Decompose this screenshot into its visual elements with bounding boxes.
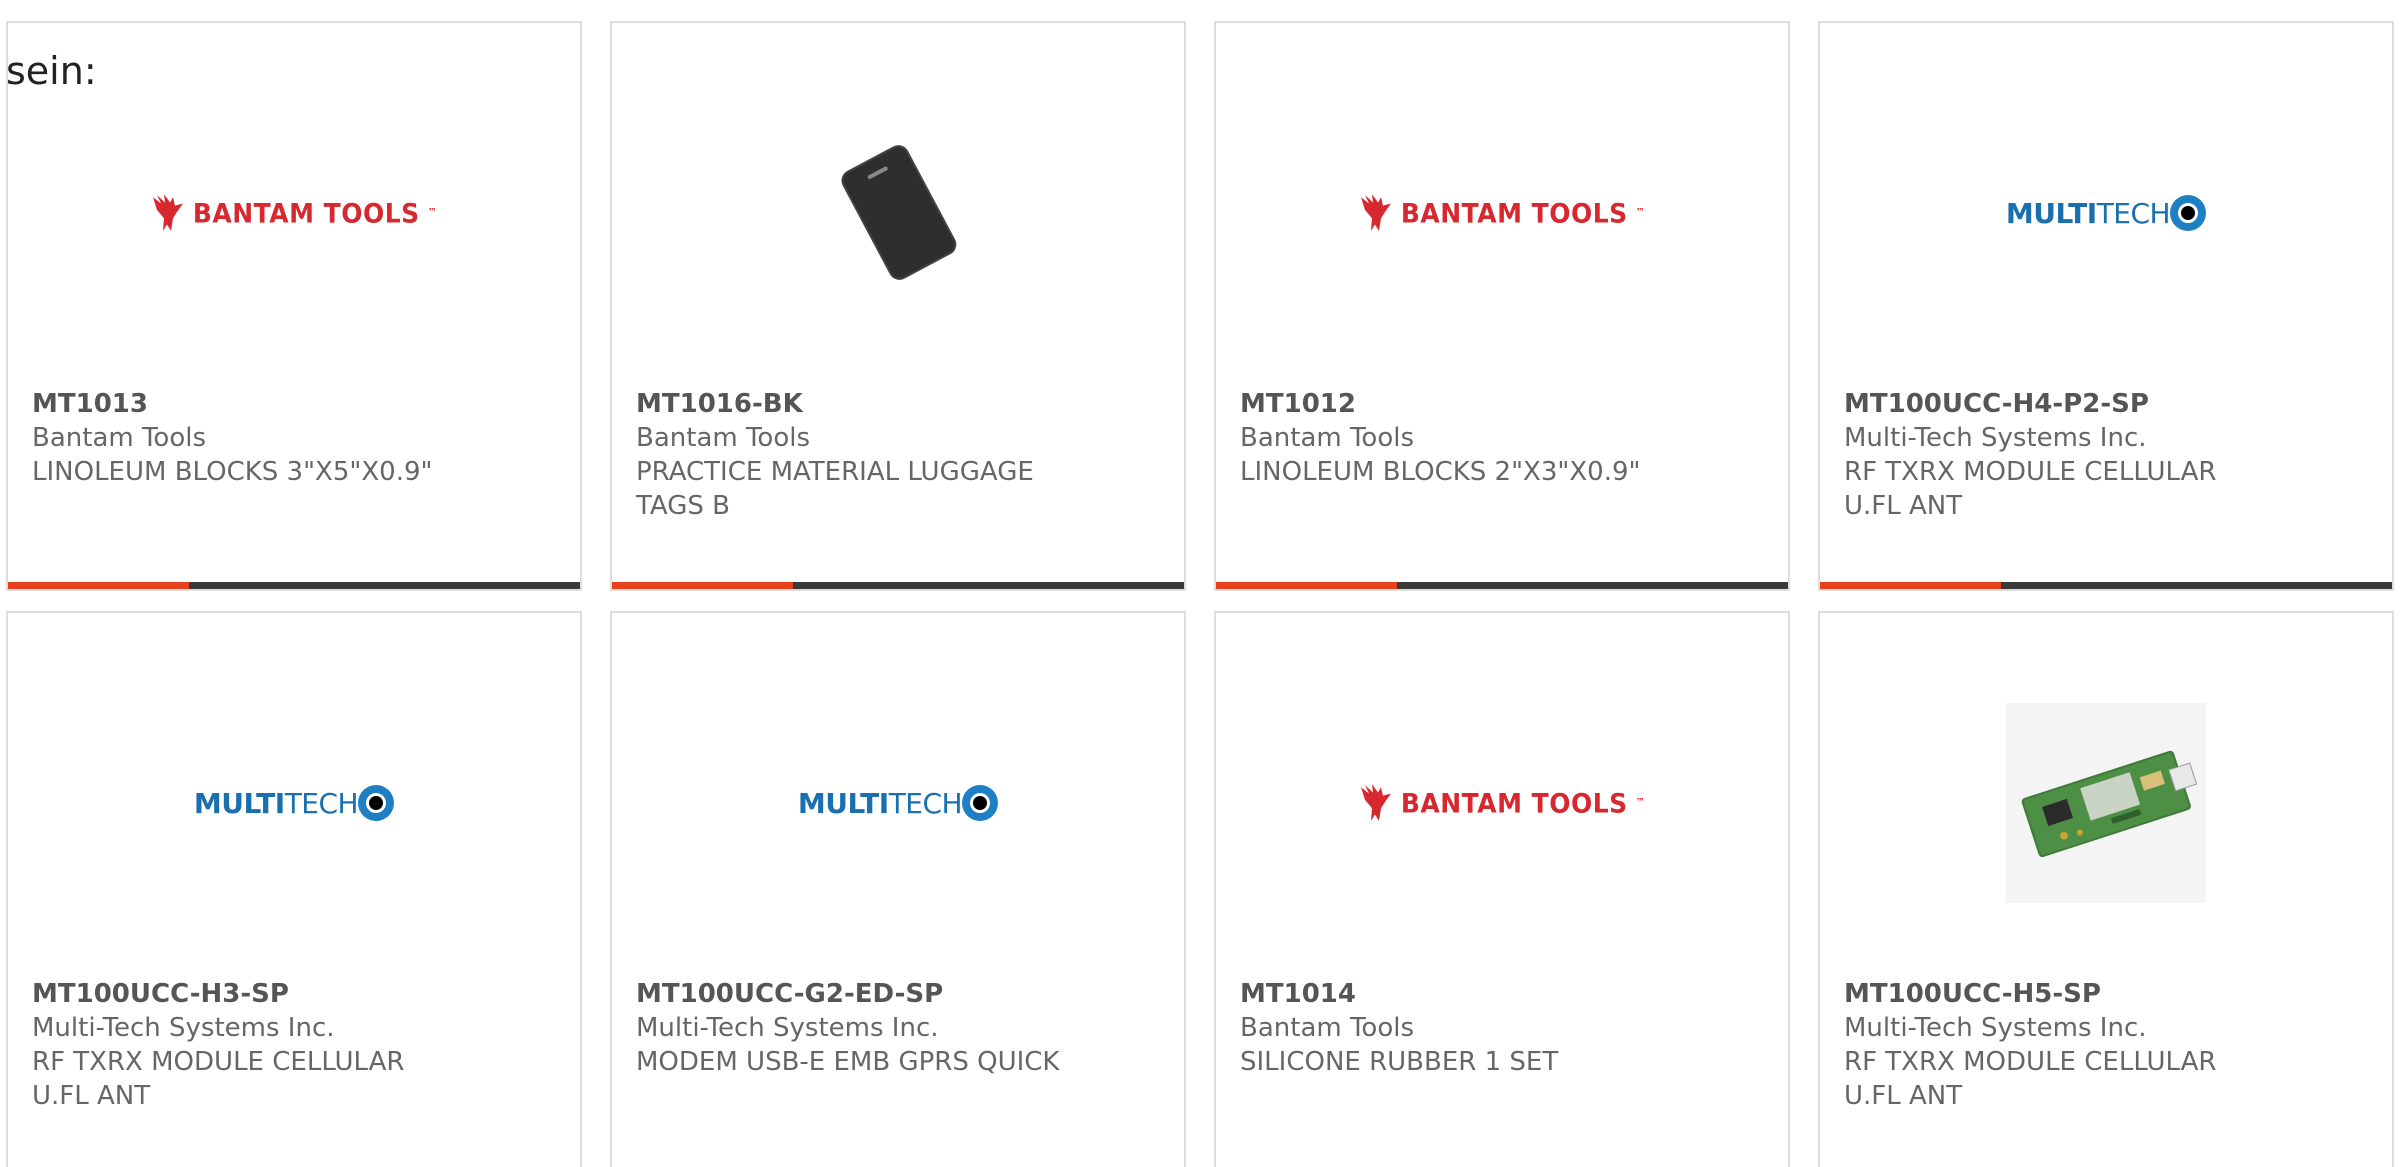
card-bar-accent: [8, 582, 189, 589]
part-number[interactable]: MT100UCC-H5-SP: [1844, 977, 2344, 1011]
product-card[interactable]: BANTAM TOOLS ™ MT1014 Bantam Tools SILICO…: [1214, 611, 1790, 1167]
product-card[interactable]: BANTAM TOOLS ™ MT1012 Bantam Tools LINOLE…: [1214, 21, 1790, 591]
product-info: MT100UCC-G2-ED-SP Multi-Tech Systems Inc…: [636, 977, 1136, 1079]
manufacturer: Bantam Tools: [1240, 423, 1415, 453]
product-info: MT1016-BK Bantam Tools PRACTICE MATERIAL…: [636, 387, 1136, 523]
bantam-logo-text: BANTAM TOOLS: [1400, 787, 1628, 819]
multitech-logo: MULTI TECH: [194, 785, 395, 821]
part-number[interactable]: MT1014: [1240, 977, 1740, 1011]
manufacturer: Multi-Tech Systems Inc.: [636, 1013, 939, 1043]
card-bar-accent: [612, 582, 793, 589]
product-grid-page: sein: BANTAM TOOLS ™ MT1013 Bantam Tools …: [0, 0, 2400, 1167]
product-info: MT100UCC-H4-P2-SP Multi-Tech Systems Inc…: [1844, 387, 2344, 523]
card-bar-accent: [1820, 582, 2001, 589]
multitech-circle-icon: [358, 785, 395, 821]
card-progress-bar: [8, 582, 580, 589]
description: LINOLEUM BLOCKS 3"X5"X0.9": [32, 457, 433, 487]
card-progress-bar: [1820, 582, 2392, 589]
product-card[interactable]: MULTI TECH MT100UCC-G2-ED-SP Multi-Tech S…: [610, 611, 1186, 1167]
part-number[interactable]: MT1012: [1240, 387, 1740, 421]
product-info: MT100UCC-H5-SP Multi-Tech Systems Inc. R…: [1844, 977, 2344, 1113]
multitech-circle-icon: [2170, 195, 2207, 231]
description: SILICONE RUBBER 1 SET: [1240, 1047, 1559, 1077]
product-info: MT1014 Bantam Tools SILICONE RUBBER 1 SE…: [1240, 977, 1740, 1079]
manufacturer: Bantam Tools: [636, 423, 811, 453]
bantam-bird-icon: [1360, 784, 1391, 821]
manufacturer: Bantam Tools: [32, 423, 207, 453]
product-info: MT1012 Bantam Tools LINOLEUM BLOCKS 2"X3…: [1240, 387, 1740, 489]
part-number[interactable]: MT1016-BK: [636, 387, 1136, 421]
product-card[interactable]: BANTAM TOOLS ™ MT1013 Bantam Tools LINOLE…: [6, 21, 582, 591]
bantam-tools-logo: BANTAM TOOLS ™: [1359, 783, 1645, 823]
product-info: MT1013 Bantam Tools LINOLEUM BLOCKS 3"X5…: [32, 387, 532, 489]
product-card[interactable]: MT100UCC-H5-SP Multi-Tech Systems Inc. R…: [1818, 611, 2394, 1167]
product-image[interactable]: BANTAM TOOLS ™: [1216, 693, 1788, 913]
luggage-tag-photo: [841, 145, 957, 280]
product-image[interactable]: [612, 103, 1184, 323]
multitech-circle-icon: [962, 785, 999, 821]
product-image[interactable]: MULTI TECH: [1820, 103, 2392, 323]
bantam-logo-text: BANTAM TOOLS: [1400, 197, 1628, 229]
manufacturer: Multi-Tech Systems Inc.: [1844, 423, 2147, 453]
intro-text: sein:: [6, 49, 97, 93]
product-card[interactable]: MULTI TECH MT100UCC-H4-P2-SP Multi-Tech S…: [1818, 21, 2394, 591]
part-number[interactable]: MT100UCC-H3-SP: [32, 977, 532, 1011]
card-progress-bar: [1216, 582, 1788, 589]
card-bar-accent: [1216, 582, 1397, 589]
multitech-logo: MULTI TECH: [798, 785, 999, 821]
manufacturer: Multi-Tech Systems Inc.: [32, 1013, 335, 1043]
product-image[interactable]: BANTAM TOOLS ™: [1216, 103, 1788, 323]
circuit-board-photo: [2006, 703, 2206, 903]
product-image[interactable]: MULTI TECH: [612, 693, 1184, 913]
part-number[interactable]: MT100UCC-H4-P2-SP: [1844, 387, 2344, 421]
card-progress-bar: [612, 582, 1184, 589]
product-info: MT100UCC-H3-SP Multi-Tech Systems Inc. R…: [32, 977, 532, 1113]
product-image[interactable]: [1820, 693, 2392, 913]
part-number[interactable]: MT1013: [32, 387, 532, 421]
description: PRACTICE MATERIAL LUGGAGE TAGS B: [636, 457, 1034, 521]
bantam-logo-text: BANTAM TOOLS: [192, 197, 420, 229]
manufacturer: Bantam Tools: [1240, 1013, 1415, 1043]
product-image[interactable]: MULTI TECH: [8, 693, 580, 913]
description: RF TXRX MODULE CELLULAR U.FL ANT: [1844, 1047, 2217, 1111]
product-image[interactable]: BANTAM TOOLS ™: [8, 103, 580, 323]
description: MODEM USB-E EMB GPRS QUICK: [636, 1047, 1060, 1077]
bantam-tools-logo: BANTAM TOOLS ™: [1359, 193, 1645, 233]
bantam-bird-icon: [152, 194, 183, 231]
multitech-logo: MULTI TECH: [2006, 195, 2207, 231]
bantam-bird-icon: [1360, 194, 1391, 231]
bantam-tools-logo: BANTAM TOOLS ™: [151, 193, 437, 233]
product-card[interactable]: MT1016-BK Bantam Tools PRACTICE MATERIAL…: [610, 21, 1186, 591]
description: RF TXRX MODULE CELLULAR U.FL ANT: [1844, 457, 2217, 521]
part-number[interactable]: MT100UCC-G2-ED-SP: [636, 977, 1136, 1011]
manufacturer: Multi-Tech Systems Inc.: [1844, 1013, 2147, 1043]
description: RF TXRX MODULE CELLULAR U.FL ANT: [32, 1047, 405, 1111]
product-card[interactable]: MULTI TECH MT100UCC-H3-SP Multi-Tech Syst…: [6, 611, 582, 1167]
description: LINOLEUM BLOCKS 2"X3"X0.9": [1240, 457, 1641, 487]
